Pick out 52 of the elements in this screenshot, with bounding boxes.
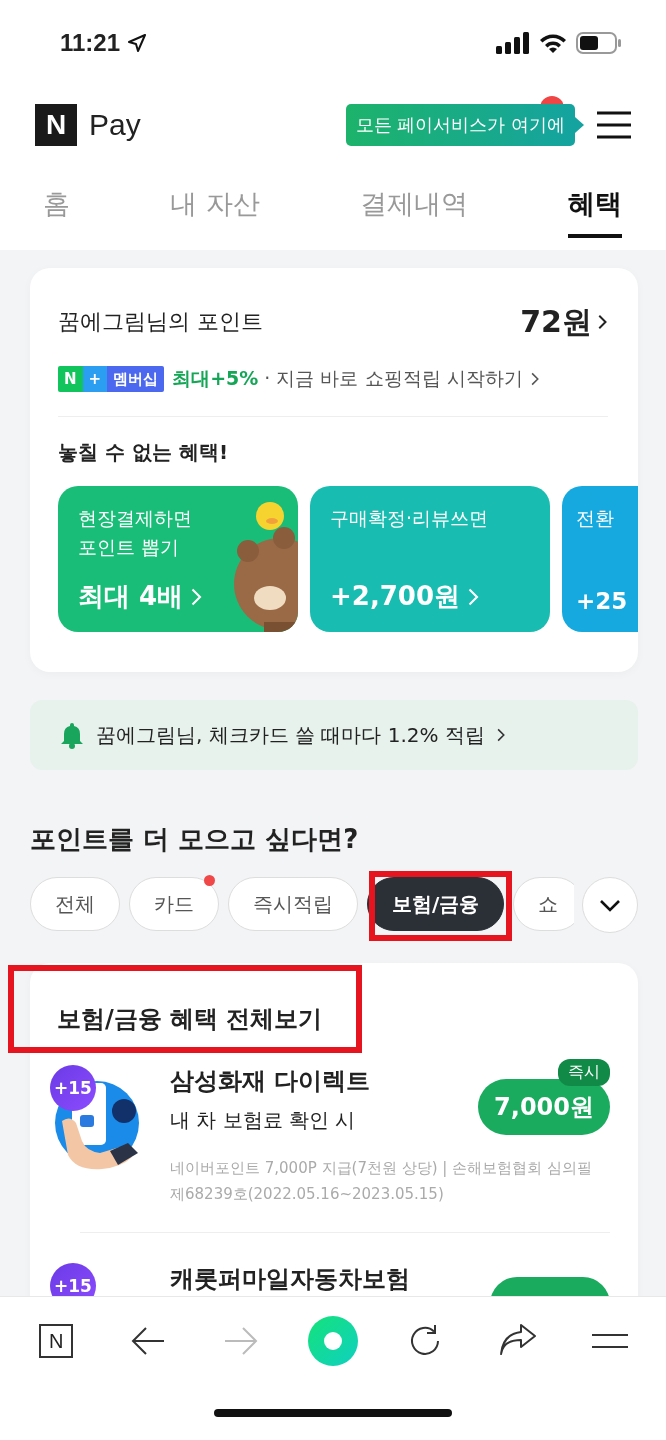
membership-badge-segment: + <box>82 366 108 392</box>
chevron-right-icon <box>468 586 481 607</box>
membership-link[interactable]: 최대+5% · 지금 바로 쇼핑적립 시작하기 <box>172 366 523 392</box>
filter-chip[interactable]: 쇼 <box>513 877 574 931</box>
membership-badge-segment: 멤버십 <box>107 366 165 392</box>
points-amount-link[interactable]: 72원 <box>520 301 592 343</box>
status-time: 11:21 <box>60 29 121 57</box>
chevron-right-icon <box>530 372 540 386</box>
item-title: 캐롯퍼마일자동차보험 <box>170 1263 411 1295</box>
item-title: 삼성화재 다이렉트 <box>170 1066 372 1097</box>
share-icon[interactable] <box>498 1324 537 1358</box>
tooltip-pointer-icon <box>575 117 584 133</box>
list-title[interactable]: 보험/금융 혜택 전체보기 <box>57 1003 323 1035</box>
chevron-right-icon <box>496 728 506 742</box>
benefit-caption: 전환 <box>576 506 615 531</box>
location-arrow-icon <box>128 34 147 52</box>
bell-icon <box>60 721 84 749</box>
benefit-value: +25 <box>576 588 628 614</box>
points-badge: +15 <box>50 1262 96 1296</box>
benefit-value: +2,700원 <box>330 580 461 613</box>
benefits-title: 놓칠 수 없는 혜택! <box>58 439 229 466</box>
battery-icon <box>576 32 622 54</box>
logo-text[interactable]: Pay <box>89 108 141 142</box>
filter-chip[interactable]: 전체 <box>30 877 120 931</box>
filter-chip[interactable]: 즉시적립 <box>228 877 358 931</box>
points-badge: +15 <box>50 1065 96 1111</box>
expand-button[interactable] <box>582 877 638 933</box>
benefit-caption: 현장결제하면 포인트 뽑기 <box>78 506 193 560</box>
tab[interactable]: 혜택 <box>567 186 622 238</box>
notice-banner[interactable]: 꿈에그림님, 체크카드 쓸 때마다 1.2% 적립 <box>30 700 638 770</box>
instant-tag: 즉시 <box>558 1059 610 1086</box>
menu-icon[interactable] <box>596 110 632 140</box>
menu-icon[interactable] <box>590 1333 629 1349</box>
chevron-right-icon[interactable] <box>598 314 608 330</box>
back-icon[interactable] <box>131 1326 166 1356</box>
wifi-icon <box>538 32 568 54</box>
benefit-value: 최대 4배 <box>78 580 184 613</box>
logo-mark[interactable]: N <box>35 104 77 146</box>
item-note: 네이버포인트 7,000P 지급(7천원 상당) | 손해보험협회 심의필 제68239호(2022.05.16~2023.05.15) <box>170 1158 593 1206</box>
section-title: 포인트를 더 모으고 싶다면? <box>30 823 360 856</box>
benefit-caption: 구매확정·리뷰쓰면 <box>330 506 490 531</box>
filter-chip[interactable]: 보험/금융 <box>367 877 505 931</box>
notice-text: 꿈에그림님, 체크카드 쓸 때마다 1.2% 적립 <box>96 721 485 749</box>
chevron-right-icon <box>191 586 204 607</box>
points-title: 꿈에그림님의 포인트 <box>58 308 263 336</box>
membership-badge-segment: N <box>58 366 83 392</box>
filter-chip[interactable]: 카드 <box>129 877 219 931</box>
naver-home-button[interactable]: N <box>39 1324 74 1358</box>
chevron-down-icon <box>599 898 621 912</box>
tooltip: 모든 페이서비스가 여기에 <box>345 104 575 146</box>
signal-icon <box>496 32 530 54</box>
item-subtitle: 내 차 보험료 확인 시 <box>170 1107 357 1134</box>
